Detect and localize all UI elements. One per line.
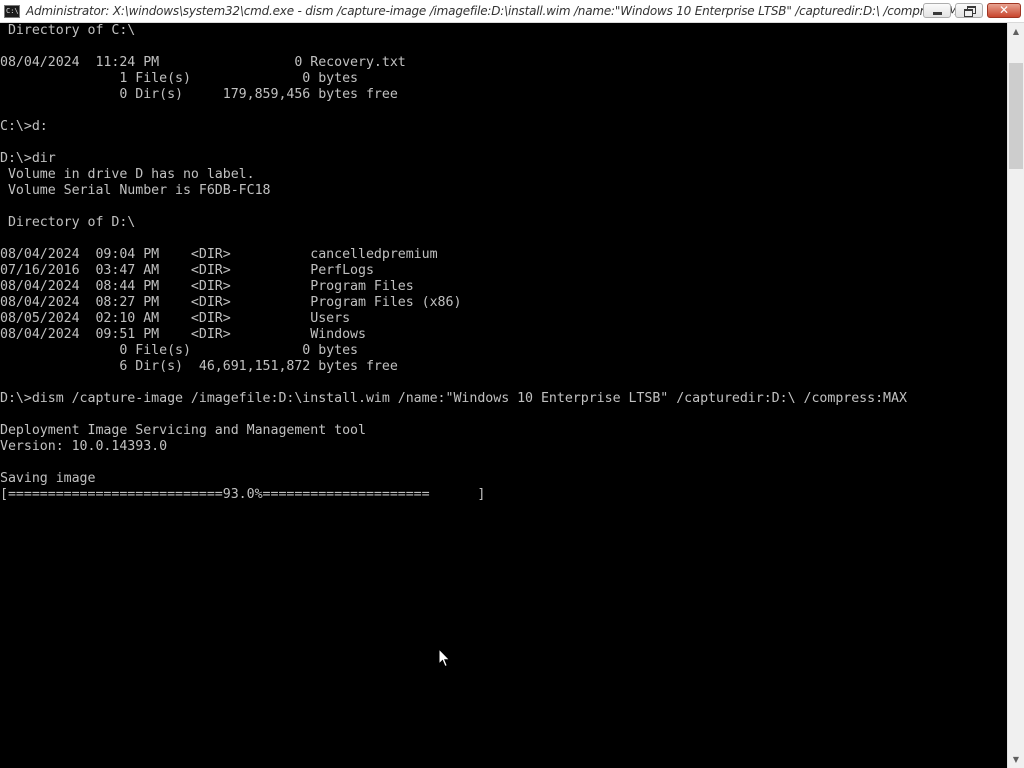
console-line: Directory of C:\ <box>0 23 136 38</box>
console-line: 07/16/2016 03:47 AM <DIR> PerfLogs <box>0 263 374 278</box>
console-line: 08/04/2024 08:44 PM <DIR> Program Files <box>0 279 414 294</box>
title-bar[interactable]: C:\ Administrator: X:\windows\system32\c… <box>0 0 1024 23</box>
window-title: Administrator: X:\windows\system32\cmd.e… <box>26 4 974 18</box>
minimize-button[interactable] <box>923 3 951 18</box>
console-line: 08/04/2024 09:04 PM <DIR> cancelledpremi… <box>0 247 438 262</box>
console-line: 0 File(s) 0 bytes <box>0 343 358 358</box>
console-line: Volume Serial Number is F6DB-FC18 <box>0 183 271 198</box>
cmd-window: C:\ Administrator: X:\windows\system32\c… <box>0 0 1024 768</box>
console-line: Version: 10.0.14393.0 <box>0 439 168 454</box>
mouse-pointer-icon <box>438 648 450 668</box>
console-line: Saving image <box>0 471 96 486</box>
close-button[interactable]: ✕ <box>987 3 1021 18</box>
console-line: Directory of D:\ <box>0 215 136 230</box>
console-line: D:\>dism /capture-image /imagefile:D:\in… <box>0 391 907 406</box>
console-line: 0 Dir(s) 179,859,456 bytes free <box>0 87 398 102</box>
scroll-up-icon[interactable]: ▲ <box>1008 23 1024 40</box>
console-line: 08/04/2024 08:27 PM <DIR> Program Files … <box>0 295 462 310</box>
cmd-icon-text: C:\ <box>6 7 19 15</box>
scroll-down-icon[interactable]: ▼ <box>1008 751 1024 768</box>
console-line: 6 Dir(s) 46,691,151,872 bytes free <box>0 359 398 374</box>
console-line: C:\>d: <box>0 119 48 134</box>
console-line: 08/05/2024 02:10 AM <DIR> Users <box>0 311 351 326</box>
console-line: 08/04/2024 11:24 PM 0 Recovery.txt <box>0 55 406 70</box>
console-line: Deployment Image Servicing and Managemen… <box>0 423 366 438</box>
vertical-scrollbar[interactable]: ▲ ▼ <box>1007 23 1024 768</box>
console-line: 1 File(s) 0 bytes <box>0 71 358 86</box>
console-line: D:\>dir <box>0 151 56 166</box>
console-line: 08/04/2024 09:51 PM <DIR> Windows <box>0 327 366 342</box>
cmd-icon[interactable]: C:\ <box>4 5 20 18</box>
maximize-button[interactable] <box>955 3 983 18</box>
console-output[interactable]: Directory of C:\ 08/04/2024 11:24 PM 0 Re… <box>0 23 1007 768</box>
scroll-thumb[interactable] <box>1009 63 1023 169</box>
console-line: Volume in drive D has no label. <box>0 167 255 182</box>
close-icon: ✕ <box>998 3 1010 17</box>
minimize-icon <box>933 12 942 15</box>
console-line: [===========================93.0%=======… <box>0 487 486 502</box>
